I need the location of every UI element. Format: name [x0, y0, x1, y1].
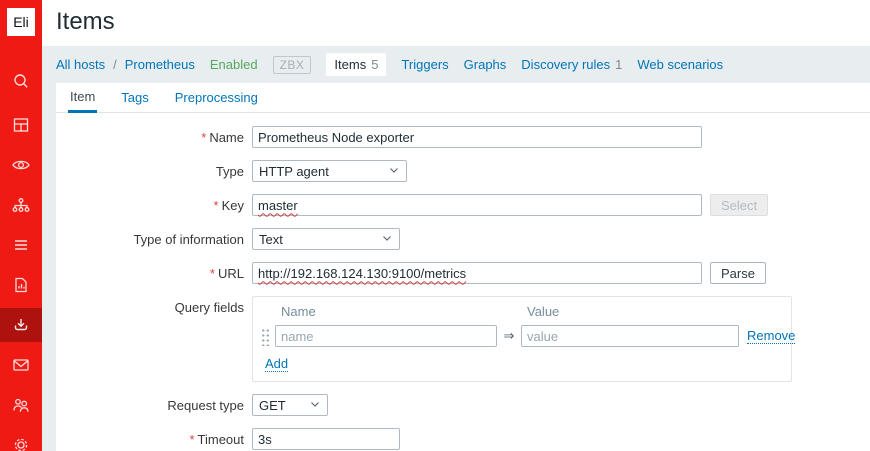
page-title: Items: [56, 8, 115, 36]
drag-handle[interactable]: [261, 327, 270, 346]
name-input[interactable]: [252, 126, 702, 148]
gear-icon: [11, 435, 31, 451]
sidebar-item-data-collection[interactable]: [0, 308, 42, 342]
breadcrumb-separator: /: [113, 57, 117, 72]
query-fields-header: Name Value: [259, 304, 781, 325]
list-icon: [11, 235, 31, 255]
query-col-name: Name: [275, 304, 497, 319]
arrow-right-icon: ⇒: [497, 328, 521, 344]
type-of-information-value: Text: [259, 232, 283, 247]
type-of-information-label: Type of information: [56, 232, 244, 247]
request-type-select[interactable]: GET: [252, 394, 328, 416]
sidebar-item-reports[interactable]: [0, 268, 42, 302]
query-add-link[interactable]: Add: [265, 356, 288, 372]
key-input[interactable]: master: [252, 194, 702, 216]
report-icon: [11, 275, 31, 295]
row-url: *URL http://192.168.124.130:9100/metrics…: [56, 262, 870, 284]
item-form-card: Item Tags Preprocessing *Name Type HTTP …: [56, 83, 870, 451]
sidebar-item-services[interactable]: [0, 188, 42, 222]
query-value-input[interactable]: [521, 325, 739, 347]
item-form: *Name Type HTTP agent *Key master Select…: [56, 113, 870, 450]
chevron-down-icon: [388, 164, 400, 179]
sidebar-item-alerts[interactable]: [0, 348, 42, 382]
type-of-information-select[interactable]: Text: [252, 228, 400, 250]
main-area: Items All hosts / Prometheus Enabled ZBX…: [42, 0, 870, 451]
app-logo[interactable]: Eli: [7, 8, 35, 36]
row-query-fields: Query fields Name Value ⇒ Remove: [56, 296, 870, 382]
type-select-value: HTTP agent: [259, 164, 329, 179]
query-remove-link[interactable]: Remove: [747, 328, 795, 344]
tab-item[interactable]: Item: [68, 83, 97, 113]
users-icon: [11, 395, 31, 415]
query-col-value: Value: [521, 304, 739, 319]
type-select[interactable]: HTTP agent: [252, 160, 407, 182]
chevron-down-icon: [309, 398, 321, 413]
query-fields-label: Query fields: [56, 296, 244, 315]
download-icon: [11, 315, 31, 335]
search-icon: [11, 72, 31, 92]
query-fields-box: Name Value ⇒ Remove Add: [252, 296, 792, 382]
dashboards-icon: [11, 115, 31, 135]
discovery-rules-count: 1: [615, 57, 622, 72]
row-timeout: * Timeout: [56, 428, 870, 450]
hostnav-discovery-rules[interactable]: Discovery rules 1: [521, 57, 622, 72]
sidebar-item-inventory[interactable]: [0, 228, 42, 262]
row-name: *Name: [56, 126, 870, 148]
url-value: http://192.168.124.130:9100/metrics: [258, 266, 466, 281]
host-status-enabled: Enabled: [210, 57, 258, 72]
required-mark: *: [214, 198, 219, 213]
url-input[interactable]: http://192.168.124.130:9100/metrics: [252, 262, 702, 284]
query-name-input[interactable]: [275, 325, 497, 347]
hostnav-items[interactable]: Items 5: [326, 53, 386, 76]
breadcrumb-host[interactable]: Prometheus: [125, 57, 195, 72]
row-request-type: Request type GET: [56, 394, 870, 416]
sidebar-item-users[interactable]: [0, 388, 42, 422]
timeout-label: Timeout: [198, 432, 244, 447]
row-type-of-information: Type of information Text: [56, 228, 870, 250]
breadcrumb-all-hosts[interactable]: All hosts: [56, 57, 105, 72]
type-label: Type: [56, 164, 244, 179]
zbx-badge: ZBX: [273, 56, 312, 74]
chevron-down-icon: [381, 232, 393, 247]
sidebar-item-administration[interactable]: [0, 428, 42, 451]
tab-tags[interactable]: Tags: [119, 83, 150, 112]
sidebar: Eli: [0, 0, 42, 451]
key-label: Key: [222, 198, 244, 213]
breadcrumb-bar: All hosts / Prometheus Enabled ZBX Items…: [42, 46, 870, 83]
breadcrumb: All hosts / Prometheus: [56, 57, 195, 72]
row-key: *Key master Select: [56, 194, 870, 216]
eye-icon: [11, 155, 31, 175]
sidebar-item-monitoring[interactable]: [0, 148, 42, 182]
row-type: Type HTTP agent: [56, 160, 870, 182]
envelope-icon: [11, 355, 31, 375]
key-value: master: [258, 198, 298, 213]
key-select-button[interactable]: Select: [710, 194, 768, 216]
name-label: Name: [209, 130, 244, 145]
tab-preprocessing[interactable]: Preprocessing: [173, 83, 260, 112]
services-icon: [11, 195, 31, 215]
request-type-label: Request type: [56, 398, 244, 413]
required-mark: *: [210, 266, 215, 281]
sidebar-item-search[interactable]: [0, 65, 42, 99]
hostnav-web-scenarios[interactable]: Web scenarios: [637, 57, 723, 72]
page-header: Items: [42, 0, 870, 46]
url-label: URL: [218, 266, 244, 281]
required-mark: *: [189, 432, 194, 447]
tab-bar: Item Tags Preprocessing: [56, 83, 870, 113]
required-mark: *: [201, 130, 206, 145]
host-nav: Items 5 Triggers Graphs Discovery rules …: [326, 53, 723, 76]
sidebar-item-dashboards[interactable]: [0, 108, 42, 142]
timeout-input[interactable]: [252, 428, 400, 450]
hostnav-graphs[interactable]: Graphs: [464, 57, 507, 72]
query-field-row: ⇒ Remove: [259, 325, 781, 347]
parse-button[interactable]: Parse: [710, 262, 766, 284]
hostnav-triggers[interactable]: Triggers: [401, 57, 448, 72]
items-count: 5: [371, 57, 378, 72]
request-type-value: GET: [259, 398, 286, 413]
